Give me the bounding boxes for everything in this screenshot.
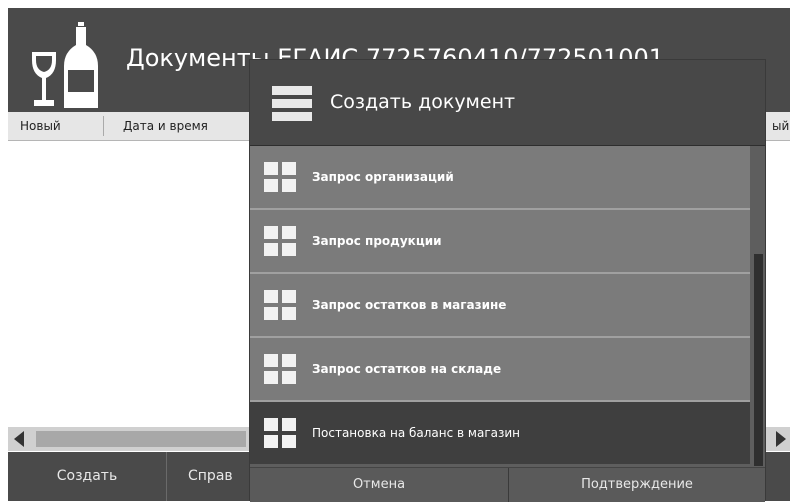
list-item-label: Запрос организаций: [312, 170, 454, 184]
list-item-label: Запрос продукции: [312, 234, 442, 248]
dialog-title: Создать документ: [330, 91, 516, 113]
scrollbar-thumb[interactable]: [754, 254, 763, 466]
vertical-scrollbar[interactable]: [752, 146, 765, 466]
create-document-dialog: Создать документ Запрос организаций Запр…: [249, 59, 766, 502]
scrollbar-thumb[interactable]: [36, 431, 246, 447]
list-item-request-products[interactable]: Запрос продукции: [250, 210, 750, 274]
confirm-button[interactable]: Подтверждение: [509, 468, 765, 502]
tiles-icon: [264, 162, 296, 192]
list-item-store-balance-registration[interactable]: Постановка на баланс в магазин: [250, 402, 750, 464]
tiles-icon: [264, 290, 296, 320]
tiles-icon: [264, 226, 296, 256]
toolbar-divider: [166, 452, 167, 501]
list-item-label: Постановка на баланс в магазин: [312, 426, 521, 440]
list-item-request-store-stock[interactable]: Запрос остатков в магазине: [250, 274, 750, 338]
column-divider: [103, 116, 104, 136]
list-item-request-organizations[interactable]: Запрос организаций: [250, 146, 750, 210]
reference-button[interactable]: Справ: [188, 452, 248, 501]
column-header-partial[interactable]: ый: [772, 112, 789, 140]
cancel-button[interactable]: Отмена: [250, 468, 508, 502]
create-button[interactable]: Создать: [8, 452, 166, 501]
scroll-left-icon[interactable]: [14, 431, 24, 447]
dialog-header: Создать документ: [250, 60, 765, 146]
column-header-new[interactable]: Новый: [20, 112, 61, 140]
document-type-list: Запрос организаций Запрос продукции Запр…: [250, 146, 750, 466]
tiles-icon: [264, 418, 296, 448]
column-header-datetime[interactable]: Дата и время: [123, 112, 208, 140]
tiles-icon: [264, 354, 296, 384]
list-item-request-warehouse-stock[interactable]: Запрос остатков на складе: [250, 338, 750, 402]
scroll-right-icon[interactable]: [776, 431, 786, 447]
wine-bottle-glass-icon: [32, 22, 98, 108]
document-stack-icon: [272, 86, 312, 122]
list-item-label: Запрос остатков на складе: [312, 362, 502, 376]
dialog-footer: Отмена Подтверждение: [250, 467, 765, 502]
list-item-label: Запрос остатков в магазине: [312, 298, 507, 312]
